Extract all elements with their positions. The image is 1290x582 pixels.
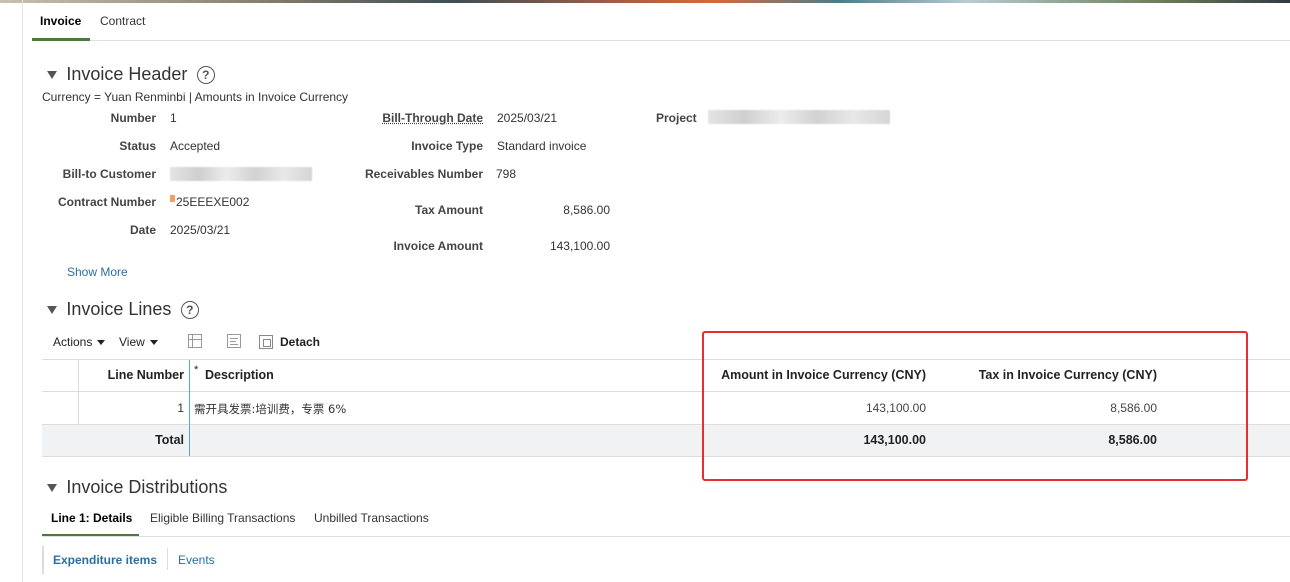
currency-note: Currency = Yuan Renminbi | Amounts in In…	[42, 90, 349, 104]
invoice-distributions-section: Invoice Distributions	[47, 477, 227, 498]
description-cell: 需开具发票:培训费，专票 6%	[194, 402, 347, 416]
contract-number-value[interactable]: 25EEEXE002	[170, 195, 249, 209]
tab-line-1-details[interactable]: Line 1: Details	[51, 511, 132, 525]
row-selector-column-divider	[78, 360, 79, 424]
project-value-redacted	[708, 110, 890, 124]
invoice-amount-value: 143,100.00	[549, 239, 610, 253]
tab-invoice[interactable]: Invoice	[40, 14, 81, 28]
view-menu[interactable]: View	[119, 335, 158, 349]
line-number-cell: 1	[177, 401, 184, 415]
distribution-tabs-divider	[42, 536, 1290, 537]
invoice-type-label: Invoice Type	[411, 139, 483, 153]
required-marker: *	[194, 364, 199, 376]
subtab-expenditure-items[interactable]: Expenditure items	[53, 553, 157, 567]
tab-unbilled-transactions[interactable]: Unbilled Transactions	[314, 511, 429, 525]
bill-to-customer-label: Bill-to Customer	[62, 167, 156, 181]
wrap-columns-icon[interactable]	[227, 334, 241, 348]
red-highlight-box	[702, 331, 1248, 481]
actions-menu[interactable]: Actions	[53, 335, 106, 349]
flag-icon	[170, 195, 175, 202]
show-more-link[interactable]: Show More	[67, 265, 128, 279]
collapse-triangle-icon[interactable]	[47, 483, 57, 492]
tax-amount-label: Tax Amount	[415, 203, 483, 217]
invoice-lines-title: Invoice Lines	[66, 299, 172, 319]
subtab-divider	[167, 548, 168, 570]
chevron-down-icon	[97, 340, 106, 346]
collapse-triangle-icon[interactable]	[47, 305, 57, 314]
help-icon[interactable]: ?	[196, 65, 215, 84]
detach-icon[interactable]	[259, 335, 273, 349]
invoice-distributions-title: Invoice Distributions	[66, 477, 228, 497]
bill-to-customer-value-redacted	[170, 167, 312, 181]
frozen-column-divider	[189, 360, 190, 456]
invoice-type-value: Standard invoice	[497, 139, 587, 153]
tabs-divider	[32, 40, 1290, 41]
contract-number-label: Contract Number	[57, 195, 156, 209]
receivables-number-value[interactable]: 798	[496, 167, 516, 181]
detach-button[interactable]: Detach	[280, 335, 320, 349]
project-label: Project	[656, 111, 697, 125]
column-header-description[interactable]: Description	[205, 368, 274, 382]
status-label: Status	[119, 139, 156, 153]
chevron-down-icon	[149, 340, 158, 346]
top-banner	[0, 0, 1290, 3]
bill-through-date-value: 2025/03/21	[497, 111, 558, 125]
date-label: Date	[129, 223, 156, 237]
total-label: Total	[155, 433, 184, 447]
help-icon[interactable]: ?	[180, 300, 199, 319]
active-tab-indicator	[32, 38, 90, 41]
collapse-triangle-icon[interactable]	[47, 70, 57, 79]
tax-amount-value: 8,586.00	[563, 203, 610, 217]
invoice-header-section: Invoice Header ?	[47, 64, 215, 85]
freeze-columns-icon[interactable]	[188, 334, 202, 348]
number-label: Number	[110, 111, 156, 125]
left-border	[22, 0, 23, 582]
status-value: Accepted	[170, 139, 221, 153]
date-value: 2025/03/21	[170, 223, 231, 237]
tab-contract[interactable]: Contract	[100, 14, 145, 28]
number-value: 1	[170, 111, 177, 125]
invoice-amount-label: Invoice Amount	[393, 239, 483, 253]
subtab-left-border	[42, 546, 44, 574]
invoice-header-title: Invoice Header	[66, 64, 188, 84]
subtab-events[interactable]: Events	[178, 553, 215, 567]
invoice-lines-section: Invoice Lines ?	[47, 299, 199, 320]
active-subtab-indicator	[42, 534, 139, 536]
column-header-line-number[interactable]: Line Number	[108, 368, 184, 382]
bill-through-date-label[interactable]: Bill-Through Date	[382, 111, 483, 125]
receivables-number-label: Receivables Number	[364, 167, 483, 181]
tab-eligible-billing-transactions[interactable]: Eligible Billing Transactions	[150, 511, 295, 525]
